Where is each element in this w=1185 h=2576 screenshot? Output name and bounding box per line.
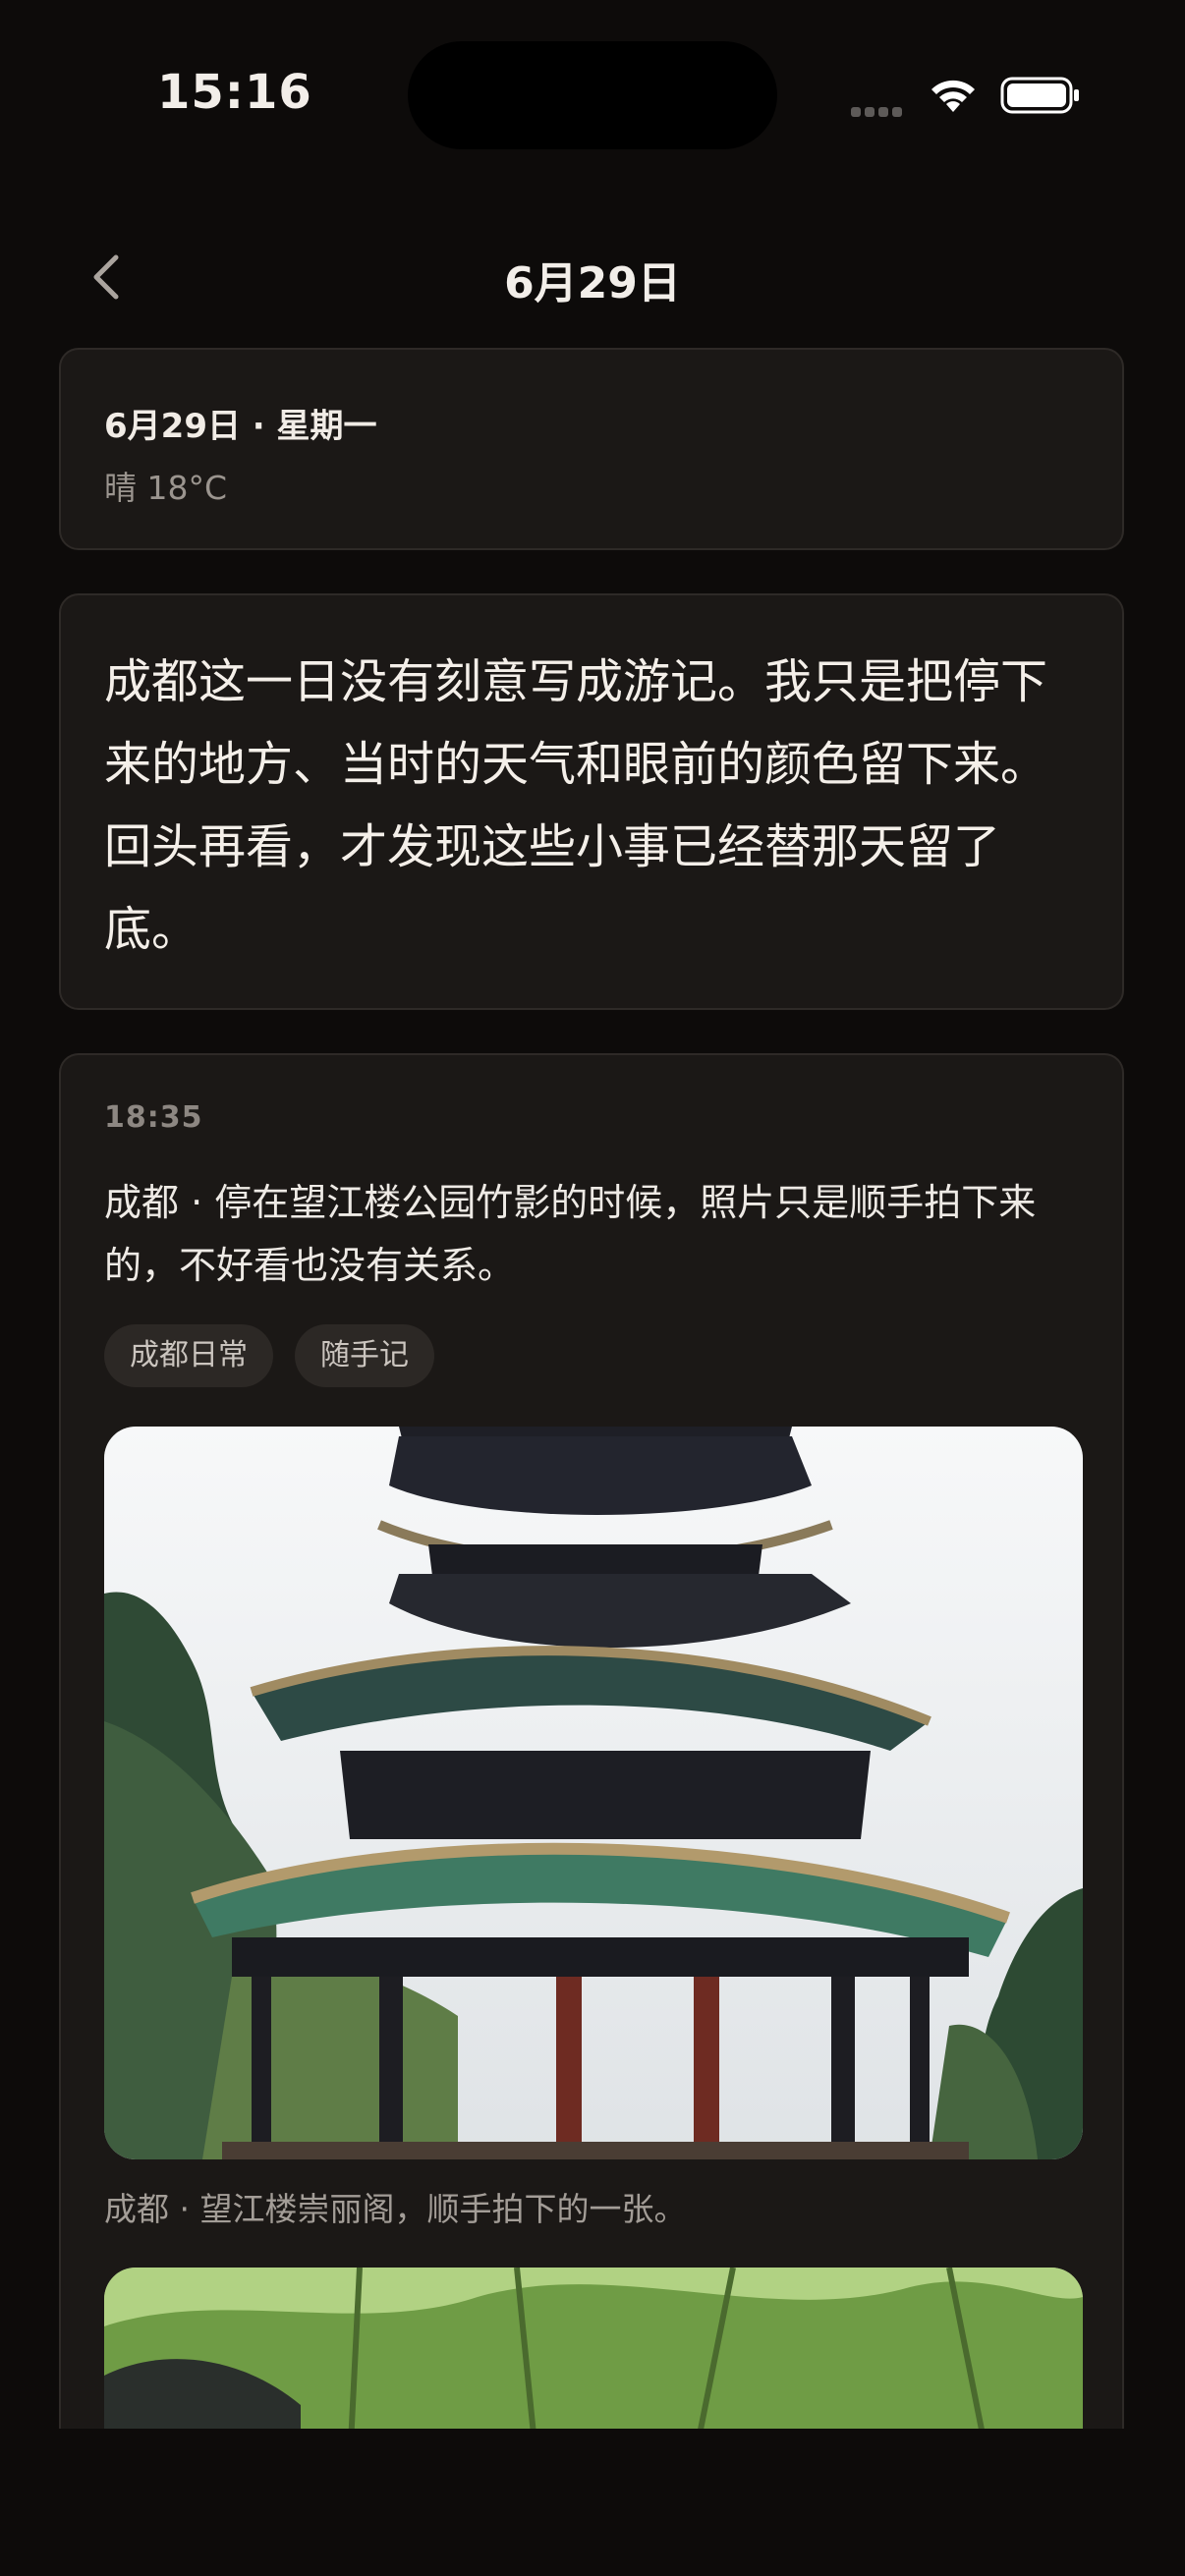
tag-chip[interactable]: 随手记 bbox=[295, 1324, 434, 1387]
photo-bamboo[interactable] bbox=[104, 2268, 1083, 2429]
status-bar: 15:16 bbox=[0, 0, 1185, 187]
photo-caption: 成都 · 望江楼崇丽阁，顺手拍下的一张。 bbox=[104, 2190, 687, 2228]
battery-icon bbox=[1000, 77, 1079, 114]
tag-list: 成都日常 随手记 bbox=[104, 1324, 434, 1387]
page-title: 6月29日 bbox=[504, 258, 681, 308]
entry-time: 18:35 bbox=[104, 1100, 203, 1135]
dynamic-island bbox=[408, 41, 777, 149]
cellular-signal-icon bbox=[851, 102, 908, 117]
intro-card: 成都这一日没有刻意写成游记。我只是把停下来的地方、当时的天气和眼前的颜色留下来。… bbox=[59, 593, 1124, 1010]
wifi-icon bbox=[931, 80, 975, 112]
nav-bar: 6月29日 bbox=[0, 226, 1185, 328]
status-time: 15:16 bbox=[157, 65, 312, 120]
intro-text: 成都这一日没有刻意写成游记。我只是把停下来的地方、当时的天气和眼前的颜色留下来。… bbox=[104, 654, 1048, 957]
weather-label: 晴 18°C bbox=[104, 469, 228, 507]
entry-text: 成都 · 停在望江楼公园竹影的时候，照片只是顺手拍下来的，不好看也没有关系。 bbox=[104, 1181, 1037, 1287]
date-label: 6月29日 · 星期一 bbox=[104, 407, 377, 446]
date-card: 6月29日 · 星期一 晴 18°C bbox=[59, 348, 1124, 550]
tag-chip[interactable]: 成都日常 bbox=[104, 1324, 273, 1387]
entry-card: 18:35 成都 · 停在望江楼公园竹影的时候，照片只是顺手拍下来的，不好看也没… bbox=[59, 1053, 1124, 2429]
photo-pavilion[interactable] bbox=[104, 1427, 1083, 2159]
